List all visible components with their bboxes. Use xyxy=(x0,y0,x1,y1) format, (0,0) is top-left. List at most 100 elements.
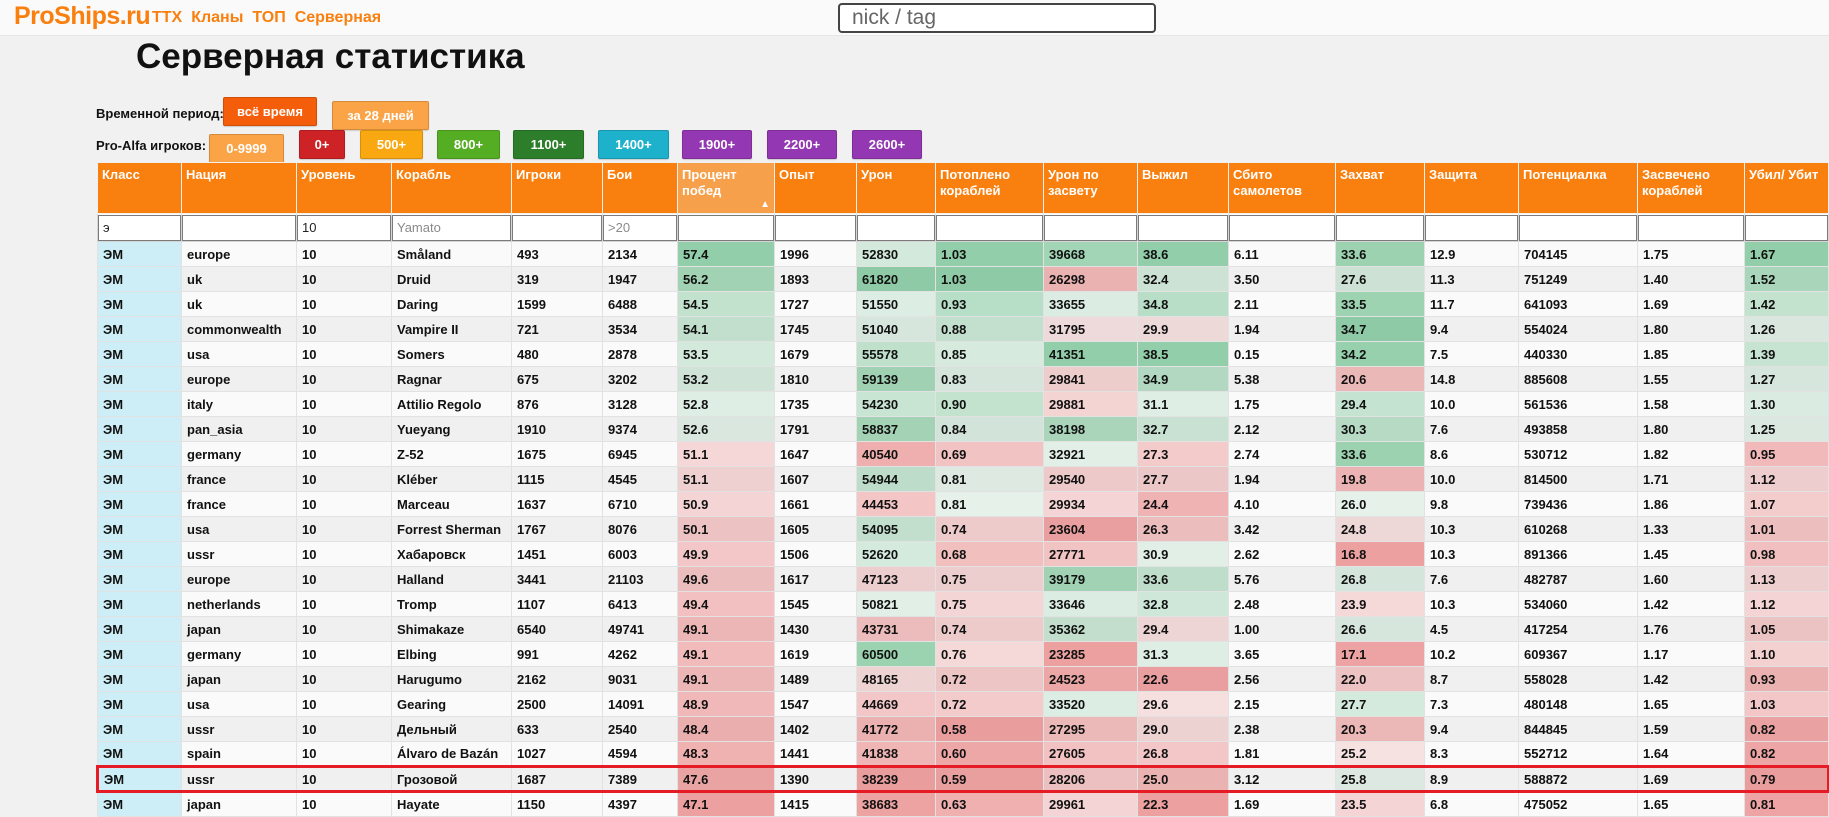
column-filter-input[interactable] xyxy=(1044,214,1137,241)
table-cell: 1506 xyxy=(774,541,857,567)
table-row[interactable]: ЭМ france 10 Marceau 1637 6710 50.9 1661 44453 0.… xyxy=(97,491,1829,517)
column-header[interactable]: Урон по засвету xyxy=(1043,162,1138,214)
table-row[interactable]: ЭМ italy 10 Attilio Regolo 876 3128 52.8 1735 54… xyxy=(97,391,1829,417)
table-cell: 8076 xyxy=(602,516,678,542)
table-row[interactable]: ЭМ commonwealth 10 Vampire II 721 3534 54.1 174… xyxy=(97,316,1829,342)
table-row[interactable]: ЭМ europe 10 Halland 3441 21103 49.6 1617 47123 0… xyxy=(97,566,1829,592)
period-button-28-days[interactable]: за 28 дней xyxy=(332,101,429,130)
proalfa-button-1900-plus[interactable]: 1900+ xyxy=(682,130,752,159)
search-input[interactable] xyxy=(838,3,1156,33)
nav-link-server[interactable]: Серверная xyxy=(295,9,381,27)
column-filter-input[interactable] xyxy=(297,214,391,241)
column-header[interactable]: Урон xyxy=(856,162,936,214)
column-header[interactable]: Процент побед ▲ xyxy=(677,162,775,214)
column-filter-input[interactable] xyxy=(392,214,511,241)
table-cell: 52620 xyxy=(856,541,936,567)
column-header[interactable]: Сбито самолетов xyxy=(1228,162,1336,214)
table-cell: 1027 xyxy=(511,741,603,767)
column-header[interactable]: Игроки xyxy=(511,162,603,214)
column-filter-input[interactable] xyxy=(1638,214,1744,241)
table-cell: 52.8 xyxy=(677,391,775,417)
table-cell: Z-52 xyxy=(391,441,512,467)
column-header[interactable]: Засвечено кораблей xyxy=(1637,162,1745,214)
period-button-all-time[interactable]: всё время xyxy=(223,97,317,126)
table-cell: 2.38 xyxy=(1228,716,1336,742)
table-row[interactable]: ЭМ ussr 10 Хабаровск 1451 6003 49.9 1506 52620 0.… xyxy=(97,541,1829,567)
proalfa-button-2600-plus[interactable]: 2600+ xyxy=(852,130,922,159)
column-header[interactable]: Выжил xyxy=(1137,162,1229,214)
column-header[interactable]: Захват xyxy=(1335,162,1425,214)
table-row[interactable]: ЭМ usa 10 Somers 480 2878 53.5 1679 55578 0.85 413… xyxy=(97,341,1829,367)
table-cell: 52830 xyxy=(856,241,936,267)
column-header[interactable]: Уровень xyxy=(296,162,392,214)
column-filter-input[interactable] xyxy=(936,214,1043,241)
table-row[interactable]: ЭМ japan 10 Harugumo 2162 9031 49.1 1489 48165 0.… xyxy=(97,666,1829,692)
table-cell: 27605 xyxy=(1043,741,1138,767)
table-row[interactable]: ЭМ ussr 10 Дельный 633 2540 48.4 1402 41772 0.58 2… xyxy=(97,716,1829,742)
table-cell: 8.7 xyxy=(1424,666,1519,692)
table-row[interactable]: ЭМ pan_asia 10 Yueyang 1910 9374 52.6 1791 58837… xyxy=(97,416,1829,442)
table-cell: 61820 xyxy=(856,266,936,292)
column-filter-input[interactable] xyxy=(857,214,935,241)
table-row[interactable]: ЭМ usa 10 Forrest Sherman 1767 8076 50.1 1605 54… xyxy=(97,516,1829,542)
table-row[interactable]: ЭМ uk 10 Druid 319 1947 56.2 1893 61820 1.03 26298… xyxy=(97,266,1829,292)
table-row[interactable]: ЭМ germany 10 Z-52 1675 6945 51.1 1647 40540 0.69… xyxy=(97,441,1829,467)
column-header[interactable]: Опыт xyxy=(774,162,857,214)
column-filter-input[interactable] xyxy=(603,214,677,241)
column-filter-input[interactable] xyxy=(1519,214,1637,241)
table-cell: 1415 xyxy=(774,791,857,817)
table-cell: 1.52 xyxy=(1744,266,1829,292)
column-filter-input[interactable] xyxy=(775,214,856,241)
table-row[interactable]: ЭМ netherlands 10 Tromp 1107 6413 49.4 1545 5082… xyxy=(97,591,1829,617)
table-row[interactable]: ЭМ spain 10 Álvaro de Bazán 1027 4594 48.3 1441… xyxy=(97,741,1829,767)
table-cell: 33.5 xyxy=(1335,291,1425,317)
proalfa-button-09999[interactable]: 0-9999 xyxy=(209,134,284,163)
column-filter-input[interactable] xyxy=(1229,214,1335,241)
column-header[interactable]: Убил/ Убит xyxy=(1744,162,1829,214)
column-filter-input[interactable] xyxy=(182,214,296,241)
column-header[interactable]: Корабль xyxy=(391,162,512,214)
column-header[interactable]: Нация xyxy=(181,162,297,214)
table-row[interactable]: ЭМ usa 10 Gearing 2500 14091 48.9 1547 44669 0.72… xyxy=(97,691,1829,717)
column-filter-input[interactable] xyxy=(678,214,774,241)
column-filter-input[interactable] xyxy=(1138,214,1228,241)
table-row[interactable]: ЭМ france 10 Kléber 1115 4545 51.1 1607 54944 0.8… xyxy=(97,466,1829,492)
table-cell: 48.9 xyxy=(677,691,775,717)
column-header[interactable]: Бои xyxy=(602,162,678,214)
column-filter-input[interactable] xyxy=(1745,214,1828,241)
table-cell: 1.42 xyxy=(1637,591,1745,617)
table-cell: 10.0 xyxy=(1424,466,1519,492)
table-row[interactable]: ЭМ europe 10 Ragnar 675 3202 53.2 1810 59139 0.83… xyxy=(97,366,1829,392)
table-row[interactable]: ЭМ europe 10 Småland 493 2134 57.4 1996 52830 1.0… xyxy=(97,241,1829,267)
proalfa-button-800-plus[interactable]: 800+ xyxy=(437,130,500,159)
nav-link-clans[interactable]: Кланы xyxy=(191,9,243,27)
proalfa-button-1400-plus[interactable]: 1400+ xyxy=(598,130,669,159)
column-filter-input[interactable] xyxy=(1336,214,1424,241)
column-header[interactable]: Класс xyxy=(97,162,182,214)
column-filter-input[interactable] xyxy=(512,214,602,241)
table-cell: 675 xyxy=(511,366,603,392)
site-logo[interactable]: ProShips.ru xyxy=(14,2,151,31)
proalfa-button-0-plus[interactable]: 0+ xyxy=(299,130,345,159)
table-row[interactable]: ЭМ germany 10 Elbing 991 4262 49.1 1619 60500 0.7… xyxy=(97,641,1829,667)
proalfa-button-2200-plus[interactable]: 2200+ xyxy=(767,130,837,159)
table-row[interactable]: ЭМ uk 10 Daring 1599 6488 54.5 1727 51550 0.93 336… xyxy=(97,291,1829,317)
proalfa-button-500-plus[interactable]: 500+ xyxy=(360,130,423,159)
table-cell: 1.65 xyxy=(1637,691,1745,717)
nav-link-top[interactable]: ТОП xyxy=(252,9,285,27)
proalfa-button-1100-plus[interactable]: 1100+ xyxy=(513,130,584,159)
column-filter-input[interactable] xyxy=(98,214,181,241)
table-cell: 1.64 xyxy=(1637,741,1745,767)
table-cell: 10 xyxy=(296,366,392,392)
column-header[interactable]: Потоплено кораблей xyxy=(935,162,1044,214)
table-cell: 27295 xyxy=(1043,716,1138,742)
table-row-highlighted[interactable]: ЭМ ussr 10 Грозовой 1687 7389 47.6 1390 38239 0.5… xyxy=(96,765,1829,793)
column-header[interactable]: Потенциалка xyxy=(1518,162,1638,214)
filter-cell xyxy=(1043,213,1138,242)
table-cell: 2500 xyxy=(511,691,603,717)
table-row[interactable]: ЭМ japan 10 Shimakaze 6540 49741 49.1 1430 43731… xyxy=(97,616,1829,642)
column-filter-input[interactable] xyxy=(1425,214,1518,241)
table-row[interactable]: ЭМ japan 10 Hayate 1150 4397 47.1 1415 38683 0.63… xyxy=(97,791,1829,817)
column-header[interactable]: Защита xyxy=(1424,162,1519,214)
nav-link-ttx[interactable]: ТТХ xyxy=(152,9,182,27)
